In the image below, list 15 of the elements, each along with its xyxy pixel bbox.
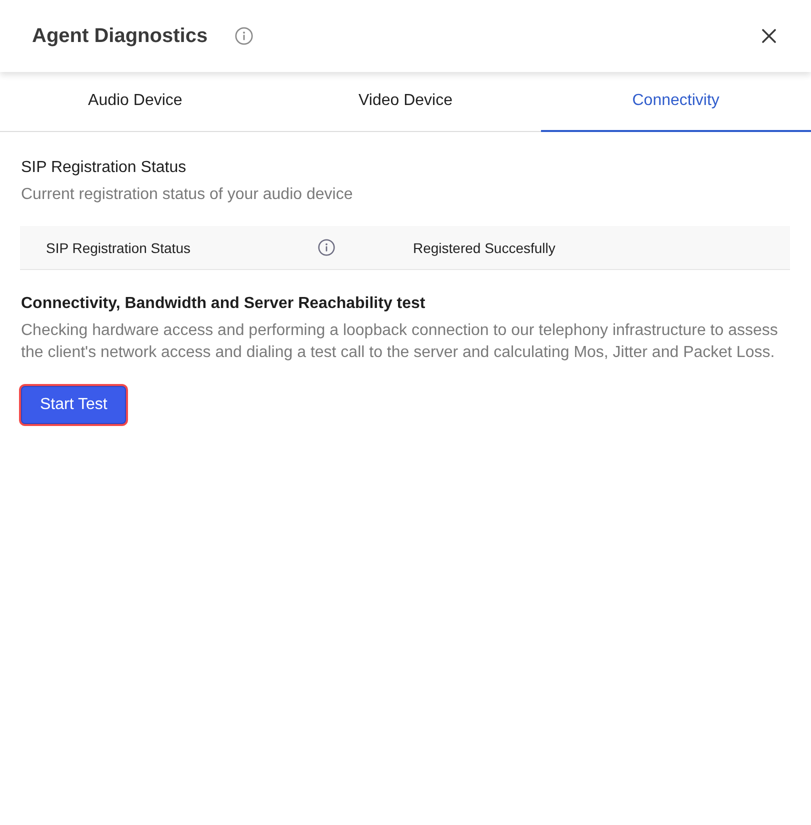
table-cell: SIP Registration Status — [46, 240, 190, 256]
section-title: Connectivity, Bandwidth and Server Reachability test — [21, 294, 426, 314]
section-title: SIP Registration Status — [21, 158, 188, 178]
info-icon[interactable] — [234, 27, 253, 45]
section-description: Current registration status of your audio device — [21, 185, 354, 205]
section-description: Checking hardware access and performing a loopback connection to our telephony infrastructure to assess the client's network access and dialing a test call to the server and calculating Mos, Jitter and Packet Loss. — [21, 321, 779, 363]
dialog-title: Agent Diagnostics — [32, 24, 208, 48]
tab[interactable]: Audio Device — [0, 72, 270, 132]
table-cell: Registered Succesfully — [413, 240, 556, 256]
info-icon[interactable] — [318, 239, 335, 256]
tab[interactable]: Connectivity — [540, 72, 811, 132]
tab[interactable]: Video Device — [270, 72, 541, 132]
close-button[interactable] — [759, 26, 779, 46]
close-icon — [762, 29, 776, 43]
start-test-button[interactable]: Start Test — [21, 386, 126, 424]
